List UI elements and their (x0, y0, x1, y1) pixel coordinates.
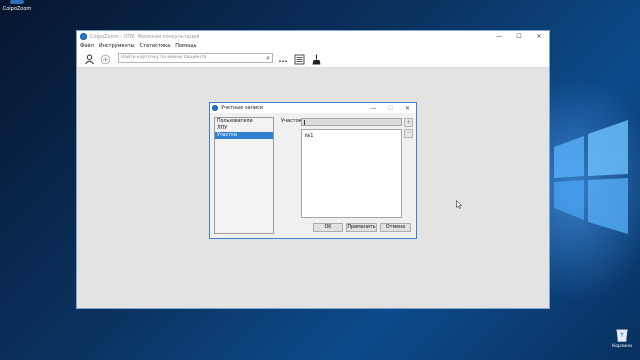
recycle-bin-label: Корзина (612, 344, 632, 349)
add-district-button[interactable]: + (404, 118, 413, 127)
district-input[interactable] (301, 118, 402, 126)
report-list-icon[interactable] (293, 53, 305, 65)
app-logo-icon (80, 33, 87, 40)
desktop-icon-colpozoom[interactable]: ColpoZoom (2, 0, 32, 12)
search-input[interactable]: Найти карточку по имени пациента ⌕ (118, 53, 273, 63)
district-list: №1 (301, 129, 462, 218)
mouse-cursor-icon (456, 200, 462, 209)
minimize-button[interactable]: — (489, 31, 509, 42)
menu-statistics[interactable]: Статистика (140, 43, 171, 49)
dialog-minimize-button[interactable]: — (365, 105, 382, 112)
remove-district-button[interactable]: — (404, 129, 413, 138)
menu-bar: Файл Инструменты Статистика Помощь (77, 42, 549, 50)
menu-tools[interactable]: Инструменты (99, 43, 135, 49)
category-lpu[interactable]: ЛПУ (215, 125, 273, 132)
desktop-icon-label: ColpoZoom (2, 6, 32, 12)
list-item[interactable]: №1 (305, 133, 313, 139)
maximize-button[interactable]: ☐ (509, 31, 529, 42)
menu-help[interactable]: Помощь (175, 43, 196, 49)
dialog-maximize-button: ☐ (387, 104, 394, 112)
dialog-logo-icon (212, 105, 218, 111)
windows-logo (554, 120, 628, 234)
toolbar: Найти карточку по имени пациента ⌕ ... (77, 50, 549, 68)
app-titlebar[interactable]: ColpoZoom - ЛПУ: Женская консультация — … (77, 31, 549, 42)
district-label: Участок (281, 118, 302, 124)
search-placeholder: Найти карточку по имени пациента (121, 55, 207, 60)
category-users[interactable]: Пользователи (215, 118, 273, 125)
accounts-dialog: Учетные записи — ☐ ✕ Пользователи ЛПУ Уч… (209, 102, 462, 239)
recycle-bin[interactable]: Корзина (609, 328, 635, 349)
category-list: Пользователи ЛПУ Участки (214, 117, 274, 234)
category-districts[interactable]: Участки (215, 132, 273, 139)
search-icon[interactable]: ⌕ (266, 54, 270, 63)
dialog-title: Учетные записи (221, 105, 264, 111)
more-button[interactable]: ... (277, 53, 289, 65)
apply-button[interactable]: Применить (346, 223, 377, 232)
ok-button[interactable]: OK (313, 223, 343, 232)
menu-file[interactable]: Файл (80, 43, 94, 49)
cancel-button[interactable]: Отмена (380, 223, 411, 232)
colpozoom-app-icon (10, 0, 24, 4)
add-patient-icon[interactable] (99, 53, 111, 65)
app-title: ColpoZoom - ЛПУ: Женская консультация (90, 33, 200, 40)
dialog-titlebar[interactable]: Учетные записи — ☐ ✕ (210, 103, 416, 113)
dialog-close-button[interactable]: ✕ (399, 105, 416, 112)
recycle-bin-icon (616, 329, 628, 342)
broom-icon[interactable] (310, 53, 322, 65)
users-icon[interactable] (83, 53, 95, 65)
close-button[interactable]: ✕ (529, 31, 549, 42)
